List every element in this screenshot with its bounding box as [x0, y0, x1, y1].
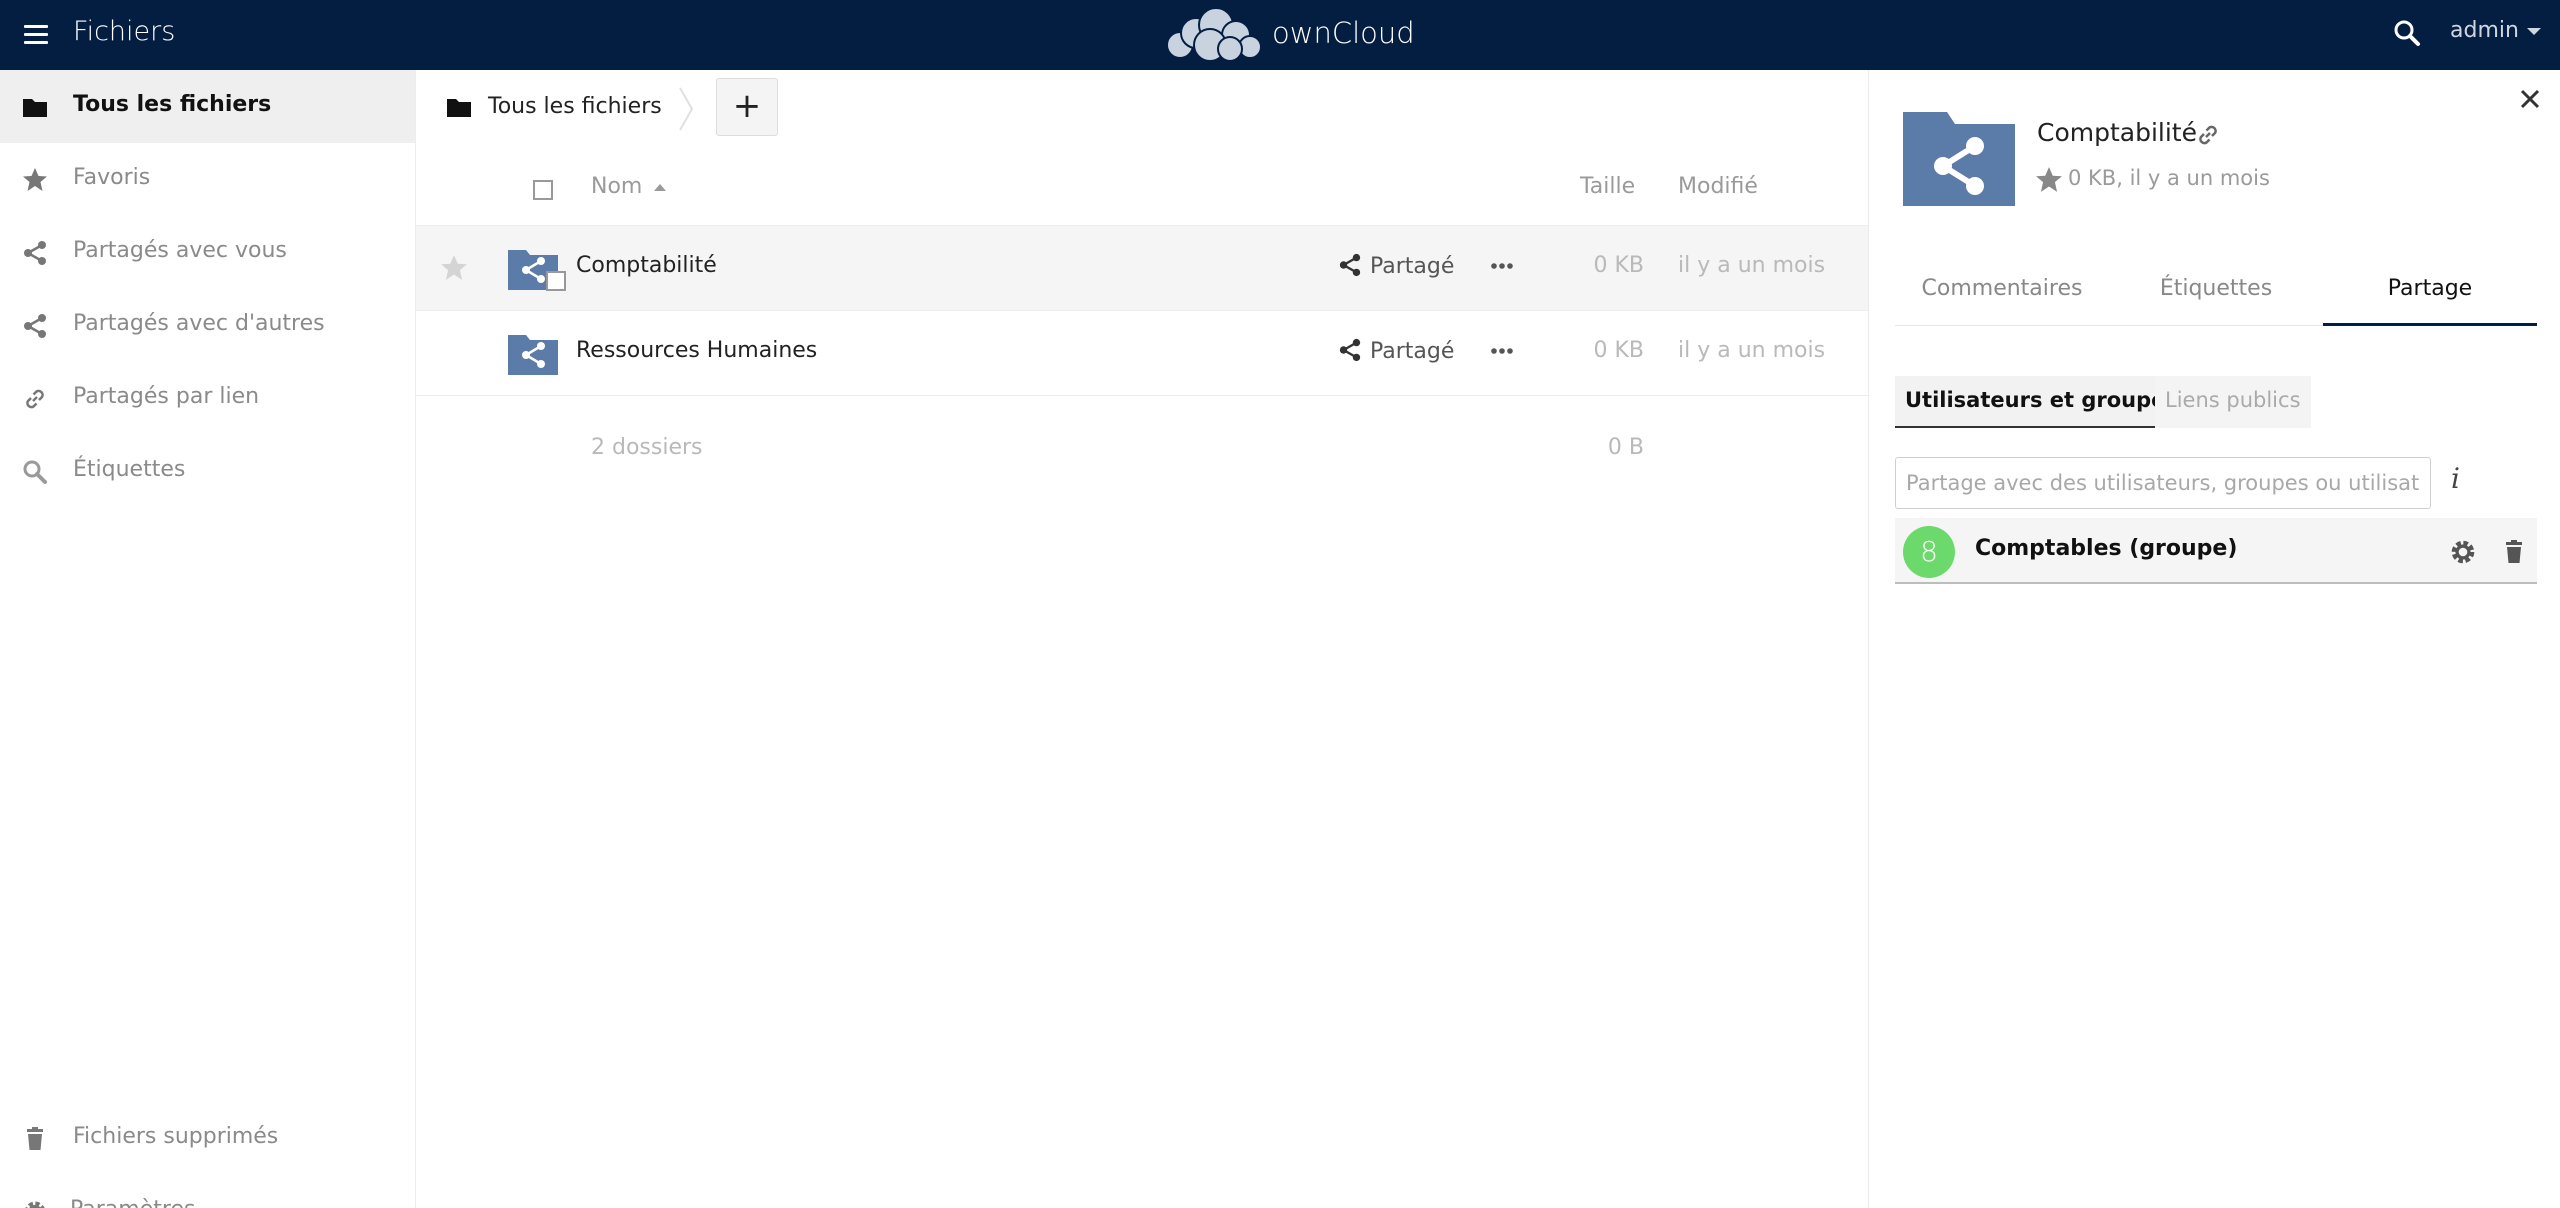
share-icon	[1339, 338, 1361, 362]
sort-by-size[interactable]: Taille	[1580, 174, 1635, 199]
subtab-users-groups[interactable]: Utilisateurs et groupes	[1895, 376, 2188, 428]
sidebar-item-label: Paramètres	[70, 1197, 195, 1208]
summary-count: 2 dossiers	[591, 435, 703, 460]
star-icon[interactable]	[440, 254, 468, 282]
select-all-checkbox[interactable]	[533, 180, 553, 200]
sort-by-modified[interactable]: Modifié	[1678, 174, 1758, 199]
column-name-label: Nom	[591, 174, 643, 199]
shared-folder-icon	[1903, 112, 2015, 206]
sharee-row: 8 Comptables (groupe)	[1895, 518, 2537, 584]
breadcrumb-all-files[interactable]: Tous les fichiers	[488, 94, 662, 119]
sidebar-item-label: Partagés par lien	[73, 384, 260, 409]
tab-comments[interactable]: Commentaires	[1895, 276, 2109, 326]
details-meta: 0 KB, il y a un mois	[2068, 166, 2270, 190]
share-with-input[interactable]	[1895, 457, 2431, 509]
file-size: 0 KB	[1593, 253, 1644, 278]
share-icon	[24, 241, 46, 265]
sidebar-item-label: Fichiers supprimés	[73, 1124, 279, 1149]
sidebar-item-label: Partagés avec d'autres	[73, 311, 325, 336]
file-modified: il y a un mois	[1678, 253, 1826, 278]
more-actions-icon[interactable]	[1490, 254, 1514, 278]
trash-icon	[27, 1127, 43, 1150]
share-icon	[1339, 253, 1361, 277]
search-icon	[23, 460, 47, 484]
shared-folder-icon	[508, 335, 558, 375]
avatar: 8	[1903, 526, 1955, 578]
new-file-button[interactable]: +	[716, 78, 778, 136]
sidebar-item-shared-by-link[interactable]: Partagés par lien	[0, 362, 415, 435]
star-icon[interactable]	[2035, 166, 2063, 194]
file-name[interactable]: Comptabilité	[576, 253, 717, 278]
file-size: 0 KB	[1593, 338, 1644, 363]
sidebar-item-favorites[interactable]: Favoris	[0, 143, 415, 216]
close-icon[interactable]	[2519, 88, 2541, 110]
sidebar-item-label: Étiquettes	[73, 457, 186, 482]
sidebar-item-shared-with-you[interactable]: Partagés avec vous	[0, 216, 415, 289]
hamburger-menu-icon[interactable]	[22, 20, 52, 50]
breadcrumb: Tous les fichiers +	[416, 70, 1868, 152]
cloud-logo-icon	[1166, 7, 1262, 62]
sidebar-item-shared-with-others[interactable]: Partagés avec d'autres	[0, 289, 415, 362]
sidebar-item-all-files[interactable]: Tous les fichiers	[0, 70, 415, 143]
app-title: Fichiers	[73, 16, 176, 47]
subtab-public-links[interactable]: Liens publics	[2155, 376, 2311, 428]
trash-icon[interactable]	[2501, 538, 2527, 566]
sidebar-item-tags[interactable]: Étiquettes	[0, 435, 415, 508]
caret-down-icon	[2526, 27, 2541, 35]
details-panel: Comptabilité 0 KB, il y a un mois Commen…	[1868, 70, 2560, 1208]
share-action[interactable]: Partagé	[1338, 253, 1454, 279]
sidebar-item-label: Tous les fichiers	[73, 92, 272, 117]
table-header: Nom Taille Modifié	[416, 152, 1868, 226]
sidebar-item-label: Favoris	[73, 165, 151, 190]
sort-by-name[interactable]: Nom	[591, 174, 667, 199]
folder-icon	[23, 99, 47, 117]
share-label: Partagé	[1370, 339, 1455, 364]
share-icon	[24, 314, 46, 338]
sidebar-item-label: Partagés avec vous	[73, 238, 287, 263]
tab-sharing[interactable]: Partage	[2323, 276, 2537, 326]
file-name[interactable]: Ressources Humaines	[576, 338, 817, 363]
table-row[interactable]: Comptabilité Partagé 0 KB il y a un mois	[416, 226, 1868, 311]
breadcrumb-separator-icon	[679, 87, 694, 131]
more-actions-icon[interactable]	[1490, 339, 1514, 363]
star-icon	[23, 168, 47, 191]
row-checkbox[interactable]	[546, 271, 566, 291]
gear-icon	[25, 1201, 45, 1208]
share-label: Partagé	[1370, 254, 1455, 279]
file-modified: il y a un mois	[1678, 338, 1826, 363]
folder-icon[interactable]	[446, 94, 472, 120]
tab-tags[interactable]: Étiquettes	[2109, 276, 2323, 326]
gear-icon[interactable]	[2449, 538, 2477, 566]
details-title: Comptabilité	[2037, 118, 2197, 147]
details-tabs: Commentaires Étiquettes Partage	[1895, 266, 2537, 326]
sort-up-icon	[654, 183, 667, 191]
logo-text: ownCloud	[1272, 16, 1415, 50]
info-icon[interactable]: i	[2451, 462, 2460, 495]
search-icon[interactable]	[2392, 18, 2422, 48]
sidebar-item-deleted-files[interactable]: Fichiers supprimés	[0, 1102, 415, 1175]
sidebar-item-settings[interactable]: Paramètres	[0, 1175, 415, 1208]
owncloud-logo[interactable]: ownCloud	[1160, 5, 1460, 65]
share-action[interactable]: Partagé	[1338, 338, 1454, 364]
user-menu[interactable]: admin	[2450, 18, 2541, 43]
sidebar: Tous les fichiers Favoris Partagés avec …	[0, 70, 416, 1208]
link-icon	[26, 389, 44, 409]
file-list-area: Tous les fichiers + Nom Taille Modifié C…	[416, 70, 1868, 1208]
user-name: admin	[2450, 18, 2519, 43]
table-row[interactable]: Ressources Humaines Partagé 0 KB il y a …	[416, 311, 1868, 396]
sharee-name: Comptables (groupe)	[1975, 536, 2238, 561]
link-icon[interactable]	[2195, 122, 2221, 148]
summary-size: 0 B	[1607, 435, 1644, 460]
top-header: Fichiers ownCloud admin	[0, 0, 2560, 70]
